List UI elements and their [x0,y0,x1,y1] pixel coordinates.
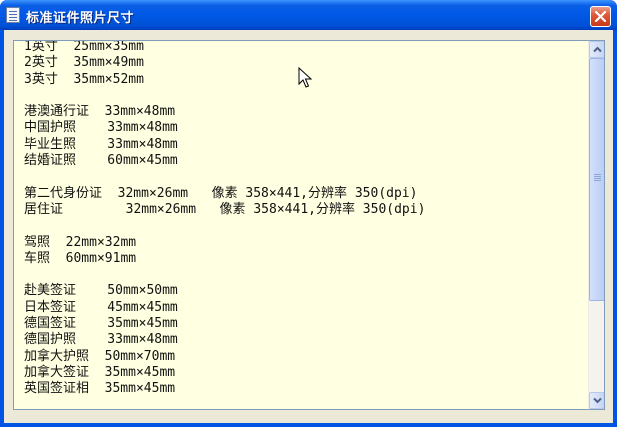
scroll-up-button[interactable] [589,41,604,58]
vertical-scrollbar[interactable] [588,41,604,409]
window-title: 标准证件照片尺寸 [26,11,135,26]
arrow-up-icon [593,46,602,53]
close-icon [595,11,606,22]
grip-icon [594,174,601,175]
arrow-down-icon [593,397,602,404]
scroll-down-button[interactable] [589,392,604,409]
document-icon [6,7,20,23]
dialog-window: 标准证件照片尺寸 1英寸 25mm×35mm 2英寸 35mm×49mm 3英寸… [0,0,617,427]
title-bar[interactable]: 标准证件照片尺寸 [0,0,617,30]
scroll-thumb[interactable] [589,58,604,301]
size-list-textbox[interactable]: 1英寸 25mm×35mm 2英寸 35mm×49mm 3英寸 35mm×52m… [13,40,605,410]
close-button[interactable] [590,6,611,27]
size-list-text: 1英寸 25mm×35mm 2英寸 35mm×49mm 3英寸 35mm×52m… [24,40,426,397]
mouse-cursor-icon [298,67,312,88]
